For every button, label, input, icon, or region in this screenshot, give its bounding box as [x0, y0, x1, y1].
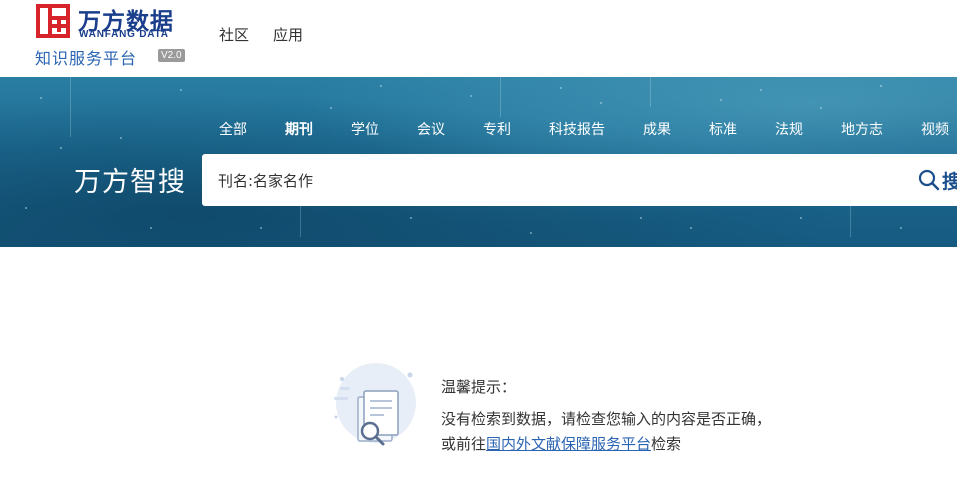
search-type-tab[interactable]: 科技报告 — [549, 119, 605, 139]
top-nav: 社区 应用 — [219, 24, 303, 45]
wanfang-logo-mark-icon — [36, 4, 70, 38]
search-button[interactable]: 搜 — [918, 166, 957, 194]
banner-texture-speck — [880, 85, 882, 87]
banner-texture-speck — [560, 87, 562, 89]
search-banner: 全部 期刊 学位 会议 专利 科技报告 成果 标准 法规 地方志 视频 万方智搜 搜 — [0, 77, 957, 247]
banner-texture-speck — [330, 107, 332, 109]
wanfang-logo[interactable]: 万方数据 WANFANG DATA 知识服务平台 V2.0 — [34, 2, 194, 72]
search-type-tab[interactable]: 专利 — [483, 119, 511, 139]
tip-title: 温馨提示： — [441, 378, 517, 396]
search-type-tab[interactable]: 会议 — [417, 119, 445, 139]
banner-texture-speck — [690, 227, 692, 229]
search-type-tab[interactable]: 视频 — [921, 119, 949, 139]
nav-apps-link[interactable]: 应用 — [273, 24, 303, 45]
search-input[interactable] — [218, 154, 898, 206]
search-type-tab[interactable]: 地方志 — [841, 119, 883, 139]
search-type-tab[interactable]: 学位 — [351, 119, 379, 139]
banner-texture-speck — [25, 207, 27, 209]
logo-subtitle: 知识服务平台 — [35, 49, 138, 68]
tip-suggestion: 或前往国内外文献保障服务平台检索 — [441, 433, 681, 454]
search-box: 搜 — [202, 154, 957, 206]
version-badge: V2.0 — [158, 49, 185, 62]
top-header: 万方数据 WANFANG DATA 知识服务平台 V2.0 社区 应用 — [0, 0, 957, 77]
logo-name-en: WANFANG DATA — [79, 29, 169, 40]
banner-texture-speck — [60, 147, 62, 149]
banner-texture-speck — [380, 85, 382, 87]
search-type-tab[interactable]: 成果 — [643, 119, 671, 139]
banner-texture-speck — [260, 227, 262, 229]
no-result-document-icon — [334, 363, 416, 446]
banner-texture-speck — [40, 97, 42, 99]
banner-texture-speck — [470, 95, 472, 97]
search-type-tab[interactable]: 标准 — [709, 119, 737, 139]
banner-texture-speck — [760, 89, 762, 91]
search-type-tabs: 全部 期刊 学位 会议 专利 科技报告 成果 标准 法规 地方志 视频 — [219, 119, 957, 139]
search-type-tab[interactable]: 期刊 — [285, 119, 313, 139]
banner-texture-speck — [720, 99, 722, 101]
tip-suggest-prefix: 或前往 — [441, 435, 487, 453]
search-type-tab[interactable]: 全部 — [219, 119, 247, 139]
tip-message: 没有检索到数据，请检查您输入的内容是否正确， — [441, 410, 772, 428]
search-type-tab[interactable]: 法规 — [775, 119, 803, 139]
document-service-platform-link[interactable]: 国内外文献保障服务平台 — [486, 435, 651, 453]
search-icon — [918, 169, 940, 191]
search-button-label: 搜 — [942, 170, 957, 193]
banner-texture-streak — [500, 77, 501, 117]
banner-texture-speck — [820, 107, 822, 109]
banner-texture-speck — [640, 217, 642, 219]
banner-texture-speck — [410, 217, 412, 219]
nav-community-link[interactable]: 社区 — [219, 24, 249, 45]
banner-texture-streak — [70, 77, 71, 137]
banner-texture-speck — [900, 227, 902, 229]
banner-texture-speck — [800, 217, 802, 219]
banner-texture-streak — [650, 77, 651, 107]
banner-texture-speck — [150, 227, 152, 229]
banner-texture-speck — [120, 137, 122, 139]
banner-texture-speck — [600, 102, 602, 104]
banner-texture-speck — [530, 232, 532, 234]
banner-texture-speck — [180, 89, 182, 91]
search-brand-title: 万方智搜 — [74, 167, 186, 198]
tip-suggest-suffix: 检索 — [651, 435, 682, 453]
